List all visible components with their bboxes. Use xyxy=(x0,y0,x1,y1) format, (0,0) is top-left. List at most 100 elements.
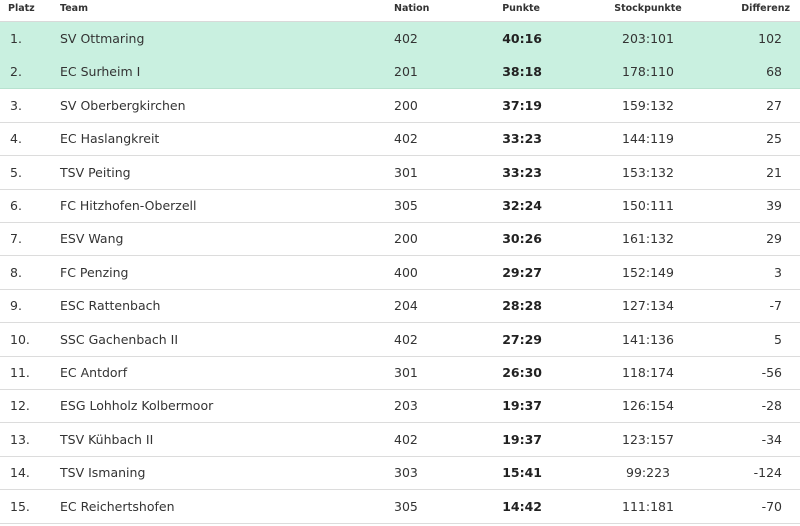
row-nation: 402 xyxy=(394,131,418,147)
header-team[interactable]: Team xyxy=(60,3,88,14)
row-stockpunkte: 152:149 xyxy=(622,264,674,280)
table-row[interactable]: 15. EC Reichertshofen 305 14:42 111:181 -70 xyxy=(0,490,800,524)
row-platz: 6. xyxy=(10,198,22,213)
header-platz[interactable]: Platz xyxy=(8,3,35,14)
row-team[interactable]: FC Penzing xyxy=(60,265,129,281)
row-stockpunkte: 141:136 xyxy=(622,331,674,347)
row-team[interactable]: SV Ottmaring xyxy=(60,31,144,47)
row-stockpunkte: 178:110 xyxy=(622,64,674,80)
row-differenz: -70 xyxy=(761,498,782,514)
row-team[interactable]: ESV Wang xyxy=(60,231,123,247)
row-punkte: 32:24 xyxy=(502,198,542,213)
table-row[interactable]: 7. ESV Wang 200 30:26 161:132 29 xyxy=(0,222,800,257)
table-row[interactable]: 5. TSV Peiting 301 33:23 153:132 21 xyxy=(0,156,800,190)
row-punkte: 29:27 xyxy=(502,264,542,280)
row-punkte: 37:19 xyxy=(502,97,542,113)
row-differenz: 21 xyxy=(766,164,782,180)
row-nation: 200 xyxy=(394,231,418,247)
row-team[interactable]: EC Antdorf xyxy=(60,365,127,381)
row-team[interactable]: FC Hitzhofen-Oberzell xyxy=(60,198,196,214)
standings-table: Platz Team Nation Punkte Stockpunkte Dif… xyxy=(0,0,800,526)
table-row[interactable]: 8. FC Penzing 400 29:27 152:149 3 xyxy=(0,256,800,290)
row-stockpunkte: 126:154 xyxy=(622,398,674,414)
row-team[interactable]: TSV Kühbach II xyxy=(60,432,153,448)
table-row[interactable]: 9. ESC Rattenbach 204 28:28 127:134 -7 xyxy=(0,289,800,324)
row-team[interactable]: EC Surheim I xyxy=(60,64,140,80)
row-differenz: 27 xyxy=(766,97,782,113)
row-punkte: 19:37 xyxy=(502,398,542,414)
table-row[interactable]: 3. SV Oberbergkirchen 200 37:19 159:132 27 xyxy=(0,89,800,123)
row-differenz: 102 xyxy=(758,31,782,46)
row-nation: 400 xyxy=(394,264,418,280)
table-row[interactable]: 4. EC Haslangkreit 402 33:23 144:119 25 xyxy=(0,122,800,157)
row-nation: 402 xyxy=(394,31,418,46)
row-platz: 2. xyxy=(10,64,22,80)
header-differenz[interactable]: Differenz xyxy=(700,3,790,14)
row-nation: 402 xyxy=(394,431,418,447)
table-row[interactable]: 6. FC Hitzhofen-Oberzell 305 32:24 150:111 39 xyxy=(0,189,800,223)
row-differenz: 39 xyxy=(766,198,782,213)
row-differenz: -34 xyxy=(761,431,782,447)
row-team[interactable]: ESG Lohholz Kolbermoor xyxy=(60,398,213,414)
row-differenz: 5 xyxy=(774,331,782,347)
row-punkte: 40:16 xyxy=(502,31,542,46)
table-row[interactable]: 14. TSV Ismaning 303 15:41 99:223 -124 xyxy=(0,456,800,491)
table-row[interactable]: 13. TSV Kühbach II 402 19:37 123:157 -34 xyxy=(0,423,800,457)
row-team[interactable]: TSV Ismaning xyxy=(60,465,145,481)
row-platz: 1. xyxy=(10,31,22,46)
row-differenz: 3 xyxy=(774,264,782,280)
row-nation: 301 xyxy=(394,164,418,180)
row-nation: 303 xyxy=(394,465,418,481)
table-row[interactable]: 12. ESG Lohholz Kolbermoor 203 19:37 126:154… xyxy=(0,389,800,424)
row-punkte: 15:41 xyxy=(502,465,542,481)
row-stockpunkte: 111:181 xyxy=(622,498,674,514)
row-differenz: 68 xyxy=(766,64,782,80)
row-stockpunkte: 144:119 xyxy=(622,131,674,147)
table-row[interactable]: 2. EC Surheim I 201 38:18 178:110 68 xyxy=(0,55,800,90)
row-platz: 14. xyxy=(10,465,30,481)
row-team[interactable]: SV Oberbergkirchen xyxy=(60,98,186,114)
table-row[interactable]: 1. SV Ottmaring 402 40:16 203:101 102 xyxy=(0,22,800,56)
row-punkte: 27:29 xyxy=(502,331,542,347)
row-platz: 4. xyxy=(10,131,22,147)
row-platz: 9. xyxy=(10,298,22,314)
row-platz: 10. xyxy=(10,331,30,347)
row-differenz: -28 xyxy=(761,398,782,414)
header-stockpunkte[interactable]: Stockpunkte xyxy=(588,3,708,14)
row-platz: 8. xyxy=(10,264,22,280)
row-nation: 201 xyxy=(394,64,418,80)
row-punkte: 33:23 xyxy=(502,164,542,180)
row-team[interactable]: ESC Rattenbach xyxy=(60,298,160,314)
row-platz: 3. xyxy=(10,97,22,113)
row-stockpunkte: 127:134 xyxy=(622,298,674,314)
row-punkte: 28:28 xyxy=(502,298,542,314)
row-nation: 402 xyxy=(394,331,418,347)
row-stockpunkte: 99:223 xyxy=(626,465,670,481)
row-team[interactable]: EC Reichertshofen xyxy=(60,499,175,515)
row-nation: 301 xyxy=(394,365,418,380)
row-nation: 305 xyxy=(394,198,418,213)
row-differenz: 25 xyxy=(766,131,782,147)
row-stockpunkte: 161:132 xyxy=(622,231,674,247)
row-platz: 7. xyxy=(10,231,22,247)
row-team[interactable]: EC Haslangkreit xyxy=(60,131,159,147)
row-team[interactable]: SSC Gachenbach II xyxy=(60,332,178,348)
header-nation[interactable]: Nation xyxy=(394,3,429,14)
row-nation: 203 xyxy=(394,398,418,414)
row-team[interactable]: TSV Peiting xyxy=(60,165,131,181)
row-nation: 305 xyxy=(394,498,418,514)
row-stockpunkte: 203:101 xyxy=(622,31,674,46)
table-row[interactable]: 11. EC Antdorf 301 26:30 118:174 -56 xyxy=(0,356,800,390)
row-platz: 12. xyxy=(10,398,30,414)
row-platz: 15. xyxy=(10,498,30,514)
row-platz: 13. xyxy=(10,431,30,447)
table-row[interactable]: 10. SSC Gachenbach II 402 27:29 141:136 5 xyxy=(0,323,800,357)
row-stockpunkte: 159:132 xyxy=(622,97,674,113)
row-punkte: 33:23 xyxy=(502,131,542,147)
header-punkte[interactable]: Punkte xyxy=(460,3,540,14)
row-differenz: 29 xyxy=(766,231,782,247)
row-differenz: -124 xyxy=(753,465,782,481)
row-stockpunkte: 150:111 xyxy=(622,198,674,213)
row-punkte: 26:30 xyxy=(502,365,542,380)
row-punkte: 14:42 xyxy=(502,498,542,514)
